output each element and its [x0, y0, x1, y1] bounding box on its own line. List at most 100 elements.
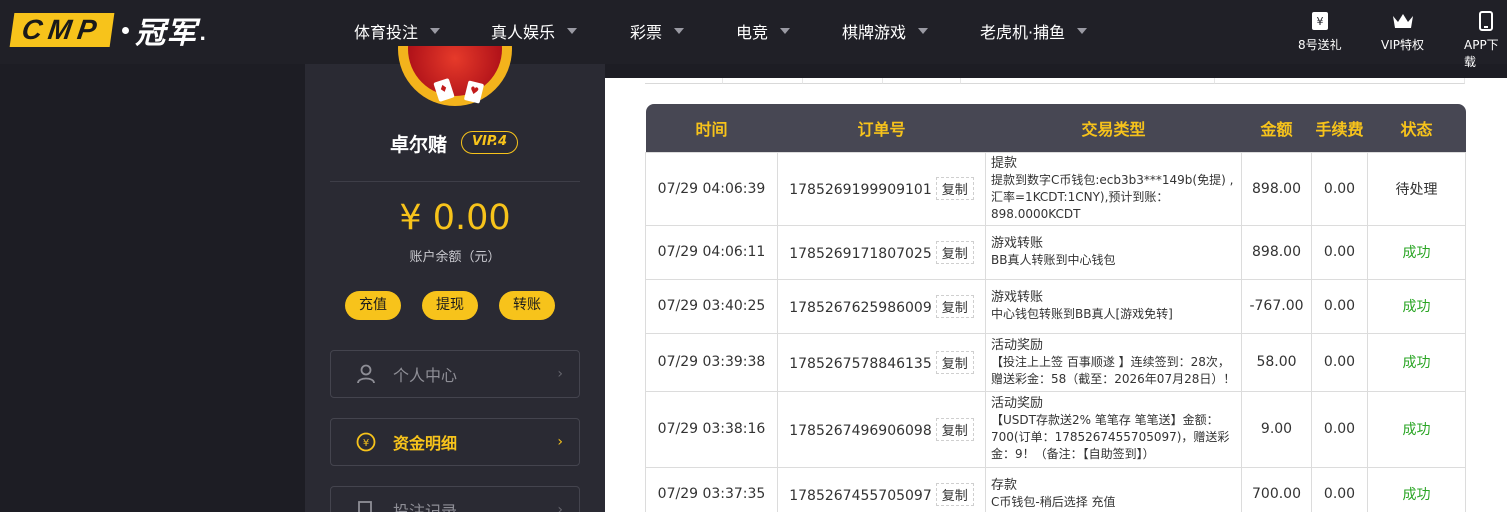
user-icon: [355, 363, 377, 385]
nav-label: 体育投注: [354, 23, 419, 42]
column-header: 金额: [1241, 104, 1312, 152]
cell-order: 1785267455705097 复制: [777, 466, 986, 512]
chevron-down-icon: [567, 28, 578, 34]
type-title: 游戏转账: [991, 236, 1044, 251]
type-detail: 【USDT存款送2% 笔笔存 笔笔送】金额：700(订单：17852674557…: [991, 413, 1230, 461]
table-row: 07/29 03:40:25 1785267625986009 复制 游戏转账中心…: [645, 278, 1466, 334]
column-header: 状态: [1367, 104, 1466, 152]
chevron-down-icon: [780, 28, 791, 34]
type-detail: C币钱包-稍后选择 充值: [991, 495, 1116, 509]
svg-text:¥: ¥: [363, 438, 369, 449]
avatar-image: ♦ ♥: [408, 46, 502, 104]
nav-esports[interactable]: 电竞: [736, 20, 791, 42]
table-row: 07/29 04:06:39 1785269199909101 复制 提款 提款到数…: [645, 151, 1466, 226]
type-title: 提款: [991, 155, 1018, 171]
column-header: 时间: [645, 104, 778, 152]
copy-button[interactable]: 复制: [935, 350, 974, 374]
menu-fund-details[interactable]: ¥ 资金明细 ›: [330, 418, 580, 466]
type-title: 游戏转账: [991, 290, 1044, 305]
avatar-ring: ♦ ♥: [398, 46, 512, 106]
cell-type: 活动奖励 【USDT存款送2% 笔笔存 笔笔送】金额：700(订单：1785267…: [985, 390, 1242, 468]
nav-gift[interactable]: ¥ 8号送礼: [1298, 10, 1342, 53]
transfer-button[interactable]: 转账: [499, 291, 555, 320]
cell-amount: 700.00: [1241, 466, 1312, 512]
nav-app-label: APP下载: [1464, 38, 1499, 69]
logo-dot: [122, 26, 130, 34]
deposit-button[interactable]: 充值: [345, 291, 401, 320]
order-number: 1785267496906098: [789, 422, 932, 439]
filter-tab[interactable]: [723, 78, 803, 84]
date-filter-input[interactable]: [1061, 78, 1215, 84]
cell-order: 1785269199909101 复制: [777, 151, 986, 226]
type-detail: 中心钱包转账到BB真人[游戏免转]: [991, 307, 1173, 321]
filter-tab[interactable]: [645, 78, 723, 84]
type-detail: 提款到数字C币钱包:ecb3b3***149b(免提) ,汇率=1KCDT:1C…: [991, 172, 1234, 221]
nav-sports[interactable]: 体育投注: [354, 20, 441, 42]
chevron-down-icon: [918, 28, 929, 34]
copy-button[interactable]: 复制: [935, 294, 974, 318]
menu-bet-records[interactable]: 投注记录 ›: [330, 486, 580, 512]
phone-icon: [1475, 10, 1497, 32]
cell-type: 存款 C币钱包-稍后选择 充值: [985, 466, 1242, 512]
copy-button[interactable]: 复制: [935, 240, 974, 264]
chevron-down-icon: [430, 28, 441, 34]
table-row: 07/29 04:06:11 1785269171807025 复制 游戏转账 BB…: [645, 224, 1466, 280]
cell-order: 1785269171807025 复制: [777, 224, 986, 280]
table-row: 07/29 03:37:35 1785267455705097 复制 存款 C币钱包…: [645, 466, 1466, 512]
cell-type: 游戏转账 BB真人转账到中心钱包: [985, 224, 1242, 280]
table-row: 07/29 03:39:38 1785267578846135 复制 活动奖励 【投…: [645, 332, 1466, 392]
nav-slots-fishing[interactable]: 老虎机·捕鱼: [980, 20, 1088, 42]
cell-status: 成功: [1367, 278, 1466, 334]
withdraw-button[interactable]: 提现: [422, 291, 478, 320]
nav-lottery[interactable]: 彩票: [630, 20, 685, 42]
transactions-table: 时间 订单号 交易类型 金额 手续费 状态 07/29 04:06:39 178…: [645, 104, 1466, 512]
nav-vip[interactable]: VIP特权: [1381, 10, 1424, 53]
cell-time: 07/29 03:39:38: [645, 332, 778, 392]
filter-tab[interactable]: [883, 78, 961, 84]
copy-button[interactable]: 复制: [935, 482, 974, 506]
site-logo[interactable]: CMP 冠军 .: [9, 13, 206, 51]
nav-card-games[interactable]: 棋牌游戏: [842, 20, 929, 42]
balance-label: 账户余额（元）: [409, 250, 501, 265]
nav-gift-label: 8号送礼: [1298, 38, 1342, 52]
order-number: 1785267578846135: [789, 355, 932, 372]
menu-personal-center[interactable]: 个人中心 ›: [330, 350, 580, 398]
cell-time: 07/29 04:06:39: [645, 151, 778, 226]
cell-amount: 9.00: [1241, 390, 1312, 468]
type-title: 存款: [991, 478, 1018, 493]
cell-type: 活动奖励 【投注上上签 百事顺遂 】连续签到：28次，赠送彩金：58（截至：202…: [985, 332, 1242, 392]
avatar[interactable]: ♦ ♥: [398, 46, 512, 106]
cell-time: 07/29 03:40:25: [645, 278, 778, 334]
username: 卓尔赌: [390, 134, 448, 156]
cell-status: 成功: [1367, 466, 1466, 512]
filter-tab[interactable]: [803, 78, 883, 84]
nav-label: 电竞: [736, 23, 769, 42]
cell-status: 成功: [1367, 224, 1466, 280]
copy-button[interactable]: 复制: [935, 417, 974, 441]
chevron-down-icon: [1077, 28, 1088, 34]
cell-status: 成功: [1367, 390, 1466, 468]
order-number: 1785267455705097: [789, 487, 932, 504]
balance-amount: ¥ 0.00: [399, 198, 511, 238]
vip-badge: VIP.4: [461, 131, 518, 154]
chevron-right-icon: ›: [557, 502, 563, 512]
type-filter-select[interactable]: [1309, 78, 1465, 84]
copy-button[interactable]: 复制: [935, 177, 974, 200]
logo-cmp-text: CMP: [9, 13, 115, 47]
nav-live-casino[interactable]: 真人娱乐: [491, 20, 578, 42]
nav-label: 棋牌游戏: [842, 23, 907, 42]
yen-coin-icon: ¥: [355, 431, 377, 453]
top-navbar: CMP 冠军 . 体育投注 真人娱乐 彩票 电竞 棋牌游戏 老虎机·捕鱼 ¥ 8…: [0, 0, 1507, 69]
column-header: 交易类型: [985, 104, 1242, 152]
cell-status: 待处理: [1367, 151, 1466, 226]
cell-order: 1785267496906098 复制: [777, 390, 986, 468]
type-detail: BB真人转账到中心钱包: [991, 253, 1116, 267]
nav-app-download[interactable]: APP下载: [1464, 10, 1507, 70]
svg-text:¥: ¥: [1316, 15, 1323, 28]
order-number: 1785267625986009: [789, 299, 932, 316]
cell-time: 07/29 03:38:16: [645, 390, 778, 468]
nav-vip-label: VIP特权: [1381, 38, 1424, 52]
cell-status: 成功: [1367, 332, 1466, 392]
cell-fee: 0.00: [1311, 151, 1368, 226]
filter-spacer: [961, 78, 1061, 84]
